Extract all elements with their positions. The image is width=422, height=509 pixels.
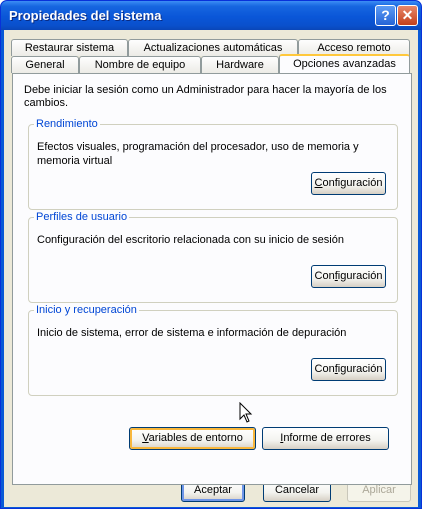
user-profiles-description: Configuración del escritorio relacionada… (37, 234, 344, 246)
performance-legend: Rendimiento (34, 118, 100, 130)
ok-label: Aceptar (194, 484, 232, 496)
tab-label: Hardware (216, 59, 264, 71)
button-label-end: onfiguración (322, 177, 383, 189)
mouse-pointer-icon (239, 402, 253, 423)
user-profiles-settings-button[interactable]: Configuración (311, 265, 386, 288)
startup-recovery-legend: Inicio y recuperación (34, 304, 139, 316)
admin-notice: Debe iniciar la sesión como un Administr… (24, 84, 387, 109)
tab-label: General (25, 59, 65, 71)
close-button[interactable]: ✕ (397, 5, 418, 26)
tab-restaurar-sistema[interactable]: Restaurar sistema (11, 39, 128, 56)
button-label-end: iguración (337, 270, 383, 282)
user-profiles-legend: Perfiles de usuario (34, 211, 130, 223)
tab-label: Nombre de equipo (94, 59, 186, 71)
help-button[interactable]: ? (375, 5, 396, 26)
tab-label: Restaurar sistema (24, 42, 115, 54)
tab-nombre-de-equipo[interactable]: Nombre de equipo (79, 56, 201, 73)
button-label-end: nforme de errores (283, 432, 371, 444)
tab-opciones-avanzadas[interactable]: Opciones avanzadas (279, 54, 410, 73)
error-reporting-button[interactable]: Informe de errores (262, 427, 389, 450)
performance-description: Efectos visuales, programación del proce… (37, 141, 359, 167)
performance-group: Rendimiento Efectos visuales, programaci… (28, 118, 398, 210)
button-label-end: iguración (337, 363, 383, 375)
tab-hardware[interactable]: Hardware (201, 56, 279, 73)
tab-label: Opciones avanzadas (293, 58, 396, 70)
button-label-start: Con (314, 363, 335, 375)
tab-label: Actualizaciones automáticas (143, 42, 283, 54)
tab-actualizaciones-automaticas[interactable]: Actualizaciones automáticas (128, 39, 298, 56)
dialog-client-area: Restaurar sistema Actualizaciones automá… (4, 30, 418, 507)
startup-recovery-group: Inicio y recuperación Inicio de sistema,… (28, 304, 398, 396)
button-label-end: ariables de entorno (148, 432, 243, 444)
startup-recovery-description: Inicio de sistema, error de sistema e in… (37, 327, 347, 339)
startup-recovery-settings-button[interactable]: Configuración (311, 358, 386, 381)
tab-label: Acceso remoto (317, 42, 391, 54)
window-title: Propiedades del sistema (9, 8, 162, 23)
button-label-start: Con (314, 270, 335, 282)
button-label-accesskey: C (314, 177, 323, 189)
tab-general[interactable]: General (11, 56, 79, 73)
system-properties-window: Propiedades del sistema ? ✕ Restaurar si… (0, 0, 422, 509)
environment-variables-button[interactable]: Variables de entorno (129, 427, 256, 450)
help-icon: ? (381, 7, 390, 23)
title-bar[interactable]: Propiedades del sistema ? ✕ (1, 1, 421, 30)
close-icon: ✕ (401, 7, 414, 23)
cancel-label: Cancelar (274, 484, 320, 496)
user-profiles-group: Perfiles de usuario Configuración del es… (28, 211, 398, 303)
performance-settings-button[interactable]: Configuración (311, 172, 386, 195)
apply-label: Aplicar (362, 484, 396, 496)
advanced-options-panel: Debe iniciar la sesión como un Administr… (12, 73, 412, 485)
